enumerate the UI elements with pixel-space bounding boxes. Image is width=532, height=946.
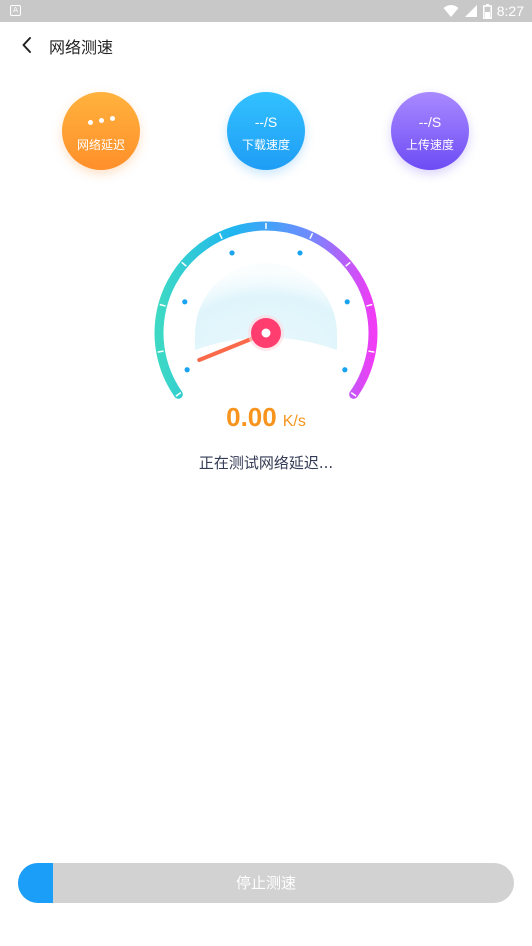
- speed-gauge: [154, 221, 378, 399]
- gauge-hub-center: [261, 328, 271, 338]
- stop-test-label: 停止测速: [235, 874, 296, 892]
- gauge-tick: [157, 350, 164, 353]
- app-bar: 网络测速: [0, 22, 532, 68]
- speed-readout: 0.00 K/s: [0, 402, 532, 433]
- latency-label: 网络延迟: [76, 138, 125, 152]
- back-button[interactable]: [14, 32, 40, 58]
- gauge-tick: [368, 350, 375, 353]
- gauge-dot: [342, 367, 348, 373]
- speed-unit: K/s: [282, 413, 306, 430]
- page-title: 网络测速: [49, 38, 114, 57]
- stop-test-button[interactable]: 停止测速: [18, 863, 514, 903]
- gauge-dot: [297, 250, 303, 256]
- download-metric: --/S 下载速度: [227, 92, 305, 170]
- notification-icon: A: [10, 5, 21, 16]
- gauge-dot: [344, 299, 350, 305]
- gauge-dot: [229, 250, 235, 256]
- status-icons: 8:27: [443, 2, 524, 20]
- chevron-left-icon: [22, 37, 31, 53]
- download-value: --/S: [254, 114, 278, 130]
- speed-value: 0.00: [226, 402, 277, 432]
- upload-metric: --/S 上传速度: [391, 92, 469, 170]
- battery-icon: [482, 3, 492, 19]
- upload-value: --/S: [418, 114, 442, 130]
- gauge-dot: [182, 299, 188, 305]
- upload-label: 上传速度: [405, 138, 454, 152]
- signal-icon: [464, 5, 477, 17]
- gauge-dot: [184, 367, 190, 373]
- wifi-icon: [443, 5, 459, 17]
- latency-metric: 网络延迟: [62, 92, 140, 170]
- status-bar: A 8:27: [0, 0, 532, 22]
- test-status-text: 正在测试网络延迟...: [198, 454, 334, 472]
- clock: 8:27: [496, 3, 524, 19]
- loading-dots-icon: [87, 113, 115, 131]
- download-label: 下载速度: [241, 138, 290, 152]
